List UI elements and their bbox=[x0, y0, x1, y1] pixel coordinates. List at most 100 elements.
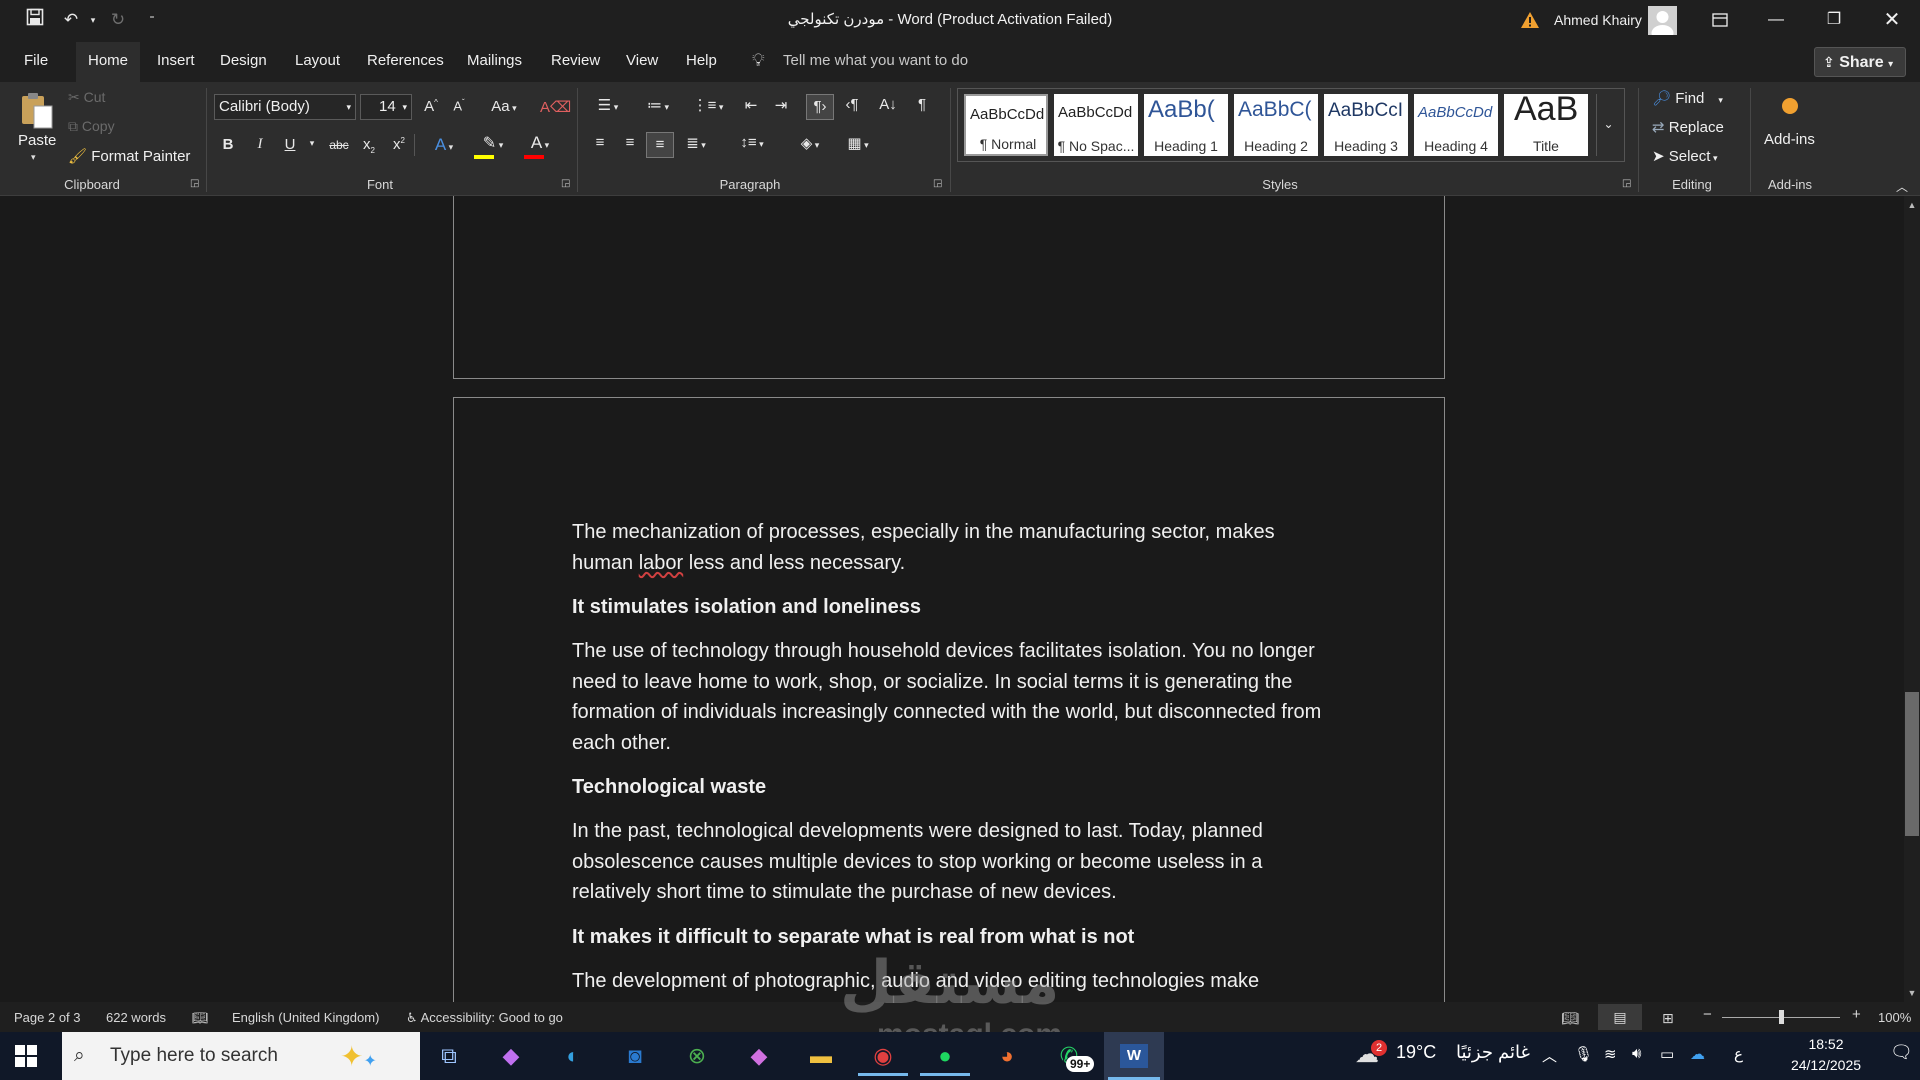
font-launcher-icon[interactable]: ◲ bbox=[561, 178, 570, 189]
styles-more-chevron-icon[interactable]: ⌄ bbox=[1596, 94, 1620, 156]
notifications-icon[interactable]: 🗨︎ bbox=[1890, 1042, 1913, 1063]
onedrive-icon[interactable]: ☁︎ bbox=[1690, 1045, 1705, 1063]
body-paragraph[interactable]: In the past, technological developments … bbox=[572, 816, 1332, 908]
page-1[interactable] bbox=[453, 196, 1445, 379]
paragraph-launcher-icon[interactable]: ◲ bbox=[933, 178, 942, 189]
show-hidden-icons-icon[interactable]: ︿ bbox=[1542, 1045, 1557, 1066]
italic-icon[interactable]: I bbox=[250, 136, 270, 153]
clock-time[interactable]: 18:52 bbox=[1786, 1036, 1866, 1052]
page-count[interactable]: Page 2 of 3 bbox=[14, 1010, 81, 1025]
font-family-dropdown[interactable]: Calibri (Body) ▾ bbox=[214, 94, 356, 120]
restore-icon[interactable]: ❐ bbox=[1806, 0, 1862, 40]
customize-toolbar-icon[interactable]: ⁼ bbox=[139, 8, 165, 32]
styles-launcher-icon[interactable]: ◲ bbox=[1622, 178, 1631, 189]
windows-start-icon[interactable] bbox=[14, 1044, 44, 1068]
multilevel-list-icon[interactable]: ⋮≡ ▾ bbox=[688, 96, 728, 114]
weather-description[interactable]: غائم جزئيًا bbox=[1456, 1042, 1530, 1063]
underline-chevron-icon[interactable]: ▾ bbox=[305, 138, 319, 149]
superscript-icon[interactable]: x2 bbox=[388, 136, 410, 153]
read-mode-icon[interactable]: 📖︎ bbox=[1561, 1010, 1579, 1027]
tab-help[interactable]: Help bbox=[686, 52, 717, 69]
ltr-direction-icon[interactable]: ¶› bbox=[806, 94, 834, 120]
body-paragraph[interactable]: The use of technology through household … bbox=[572, 636, 1332, 758]
grow-font-icon[interactable]: A^ bbox=[420, 98, 442, 115]
ribbon-display-options-icon[interactable] bbox=[1692, 0, 1748, 40]
paste-chevron-icon[interactable]: ▾ bbox=[31, 152, 36, 163]
redo-icon[interactable]: ↻ bbox=[105, 8, 131, 32]
scroll-down-icon[interactable]: ▼ bbox=[1905, 988, 1919, 998]
style-heading-3[interactable]: AaBbCcI Heading 3 bbox=[1324, 94, 1408, 156]
style-heading-1[interactable]: AaBb( Heading 1 bbox=[1144, 94, 1228, 156]
sort-icon[interactable]: A↓ bbox=[876, 96, 900, 113]
copilot-sparkle-icon[interactable]: ✦✦ bbox=[340, 1040, 377, 1073]
collapse-ribbon-icon[interactable]: ︿ bbox=[1896, 178, 1908, 195]
save-icon[interactable] bbox=[22, 8, 48, 32]
tab-view[interactable]: View bbox=[626, 52, 658, 69]
borders-icon[interactable]: ▦ ▾ bbox=[838, 134, 878, 152]
tab-design[interactable]: Design bbox=[220, 52, 267, 69]
paste-label[interactable]: Paste bbox=[18, 132, 56, 149]
highlight-color-icon[interactable]: ✎ ▾ bbox=[470, 133, 516, 159]
tell-me-search[interactable]: Tell me what you want to do bbox=[783, 52, 968, 69]
tab-review[interactable]: Review bbox=[551, 52, 600, 69]
select-button[interactable]: ➤ Select ▾ bbox=[1652, 147, 1717, 165]
wifi-icon[interactable]: ≋ bbox=[1604, 1045, 1617, 1063]
line-spacing-icon[interactable]: ↕≡ ▾ bbox=[732, 134, 772, 151]
minimize-icon[interactable]: — bbox=[1748, 0, 1804, 40]
paste-icon[interactable] bbox=[16, 90, 56, 130]
align-right-icon[interactable]: ≡ bbox=[646, 132, 674, 158]
style-title[interactable]: AaB Title bbox=[1504, 94, 1588, 156]
section-heading[interactable]: It stimulates isolation and loneliness bbox=[572, 592, 1332, 623]
avatar[interactable] bbox=[1648, 6, 1677, 35]
bold-icon[interactable]: B bbox=[218, 136, 238, 153]
section-heading[interactable]: Technological waste bbox=[572, 772, 1332, 803]
clock-date[interactable]: 24/12/2025 bbox=[1772, 1057, 1880, 1073]
numbering-icon[interactable]: ≔ ▾ bbox=[638, 96, 678, 114]
style-no-spacing[interactable]: AaBbCcDd ¶ No Spac... bbox=[1054, 94, 1138, 156]
show-formatting-marks-icon[interactable]: ¶ bbox=[910, 96, 934, 113]
rtl-direction-icon[interactable]: ‹¶ bbox=[840, 96, 864, 113]
file-explorer-icon[interactable]: ▬ bbox=[796, 1036, 846, 1076]
vertical-scrollbar[interactable] bbox=[1904, 196, 1920, 1002]
cut-button[interactable]: ✂ Cut bbox=[68, 89, 105, 106]
font-size-dropdown[interactable]: 14 ▾ bbox=[360, 94, 412, 120]
microsoft-365-icon[interactable]: ◆ bbox=[734, 1036, 784, 1076]
zoom-slider-thumb[interactable] bbox=[1779, 1010, 1784, 1024]
style-heading-4[interactable]: AaBbCcDd Heading 4 bbox=[1414, 94, 1498, 156]
shading-icon[interactable]: ◈ ▾ bbox=[790, 134, 830, 152]
spotify-icon[interactable]: ● bbox=[920, 1036, 970, 1076]
zoom-in-icon[interactable]: + bbox=[1852, 1006, 1861, 1023]
edge-icon[interactable]: ◐ bbox=[548, 1036, 598, 1076]
chrome-icon[interactable]: ◉ bbox=[858, 1036, 908, 1076]
clear-formatting-icon[interactable]: A⌫ bbox=[540, 98, 571, 116]
microphone-icon[interactable]: 🎙︎ bbox=[1574, 1045, 1593, 1063]
weather-temp[interactable]: 19°C bbox=[1396, 1042, 1436, 1063]
share-button[interactable]: ⇪ Share ▾ bbox=[1814, 47, 1906, 77]
copy-button[interactable]: ⧉ Copy bbox=[68, 118, 115, 135]
add-ins-button[interactable]: Add-ins bbox=[1764, 131, 1815, 148]
tab-insert[interactable]: Insert bbox=[157, 52, 195, 69]
strikethrough-icon[interactable]: abc bbox=[326, 138, 352, 152]
xbox-icon[interactable]: ⊗ bbox=[672, 1036, 722, 1076]
zoom-level[interactable]: 100% bbox=[1878, 1010, 1911, 1025]
tab-layout[interactable]: Layout bbox=[295, 52, 340, 69]
underline-icon[interactable]: U bbox=[280, 136, 300, 153]
word-count[interactable]: 622 words bbox=[106, 1010, 166, 1025]
print-layout-icon[interactable]: ▤ bbox=[1598, 1004, 1642, 1030]
text-effects-icon[interactable]: A ▾ bbox=[426, 135, 462, 155]
format-painter-button[interactable]: 🖌︎ Format Painter bbox=[68, 147, 190, 165]
add-ins-icon[interactable] bbox=[1782, 98, 1798, 114]
clipboard-launcher-icon[interactable]: ◲ bbox=[190, 178, 199, 189]
web-layout-icon[interactable]: ⊞ bbox=[1662, 1010, 1674, 1027]
shrink-font-icon[interactable]: Aˇ bbox=[448, 98, 470, 113]
decrease-indent-icon[interactable]: ⇤ bbox=[738, 96, 764, 114]
subscript-icon[interactable]: x2 bbox=[358, 136, 380, 155]
replace-button[interactable]: ⇄ Replace bbox=[1652, 118, 1724, 136]
copilot-icon[interactable]: ◆ bbox=[486, 1036, 536, 1076]
increase-indent-icon[interactable]: ⇥ bbox=[768, 96, 794, 114]
bullets-icon[interactable]: ☰ ▾ bbox=[588, 96, 628, 114]
body-paragraph[interactable]: The mechanization of processes, especial… bbox=[572, 517, 1332, 578]
justify-icon[interactable]: ≣ ▾ bbox=[678, 134, 714, 152]
find-button[interactable]: 🔎︎ Find ▾ bbox=[1652, 89, 1723, 107]
firefox-icon[interactable]: ◕ bbox=[982, 1036, 1032, 1076]
